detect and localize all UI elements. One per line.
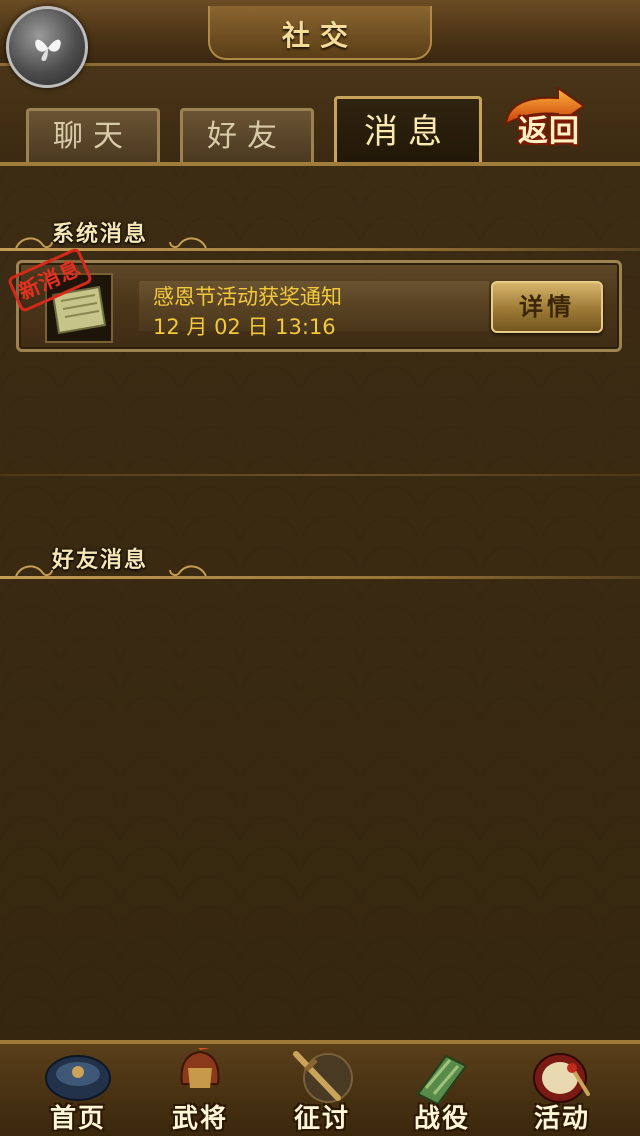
menu-button[interactable] <box>6 6 88 88</box>
nav-generals[interactable]: 武将 <box>136 1044 264 1136</box>
back-button[interactable]: 返回 <box>498 86 602 150</box>
nav-campaign[interactable]: 征讨 <box>258 1044 386 1136</box>
nav-home-label: 首页 <box>49 1104 106 1134</box>
system-section-rule <box>0 248 640 251</box>
nav-battles[interactable]: 战役 <box>378 1044 506 1136</box>
header-bar: 社交 <box>0 0 640 66</box>
nav-events-label: 活动 <box>533 1104 590 1134</box>
back-label: 返回 <box>518 114 580 149</box>
bottom-nav: 首页 武将 征讨 战役 活动 <box>0 1040 640 1136</box>
page-title: 社交 <box>281 19 358 52</box>
nav-generals-label: 武将 <box>171 1104 228 1134</box>
social-screen: 社交 聊天 好友 消息 返回 系统消息 新消息 感恩节活动获奖通知 12 月 0… <box>0 0 640 1136</box>
system-messages-title: 系统消息 <box>52 221 149 247</box>
message-card[interactable]: 新消息 感恩节活动获奖通知 12 月 02 日 13:16 详情 <box>6 246 622 352</box>
nav-home[interactable]: 首页 <box>14 1044 142 1136</box>
tab-messages[interactable]: 消息 <box>334 96 482 162</box>
details-button[interactable]: 详情 <box>491 281 603 333</box>
tab-chat[interactable]: 聊天 <box>26 108 160 162</box>
nav-campaign-label: 征讨 <box>293 1104 350 1134</box>
nav-battles-label: 战役 <box>413 1104 470 1134</box>
message-time: 12 月 02 日 13:16 <box>153 315 336 339</box>
section-divider <box>0 474 640 476</box>
nav-events[interactable]: 活动 <box>498 1044 626 1136</box>
friend-messages-title: 好友消息 <box>52 547 149 573</box>
butterfly-icon <box>35 39 61 61</box>
tab-friends[interactable]: 好友 <box>180 108 314 162</box>
friend-section-rule <box>0 576 640 579</box>
tab-bar: 聊天 好友 消息 返回 <box>0 66 640 166</box>
message-title: 感恩节活动获奖通知 <box>153 285 342 309</box>
